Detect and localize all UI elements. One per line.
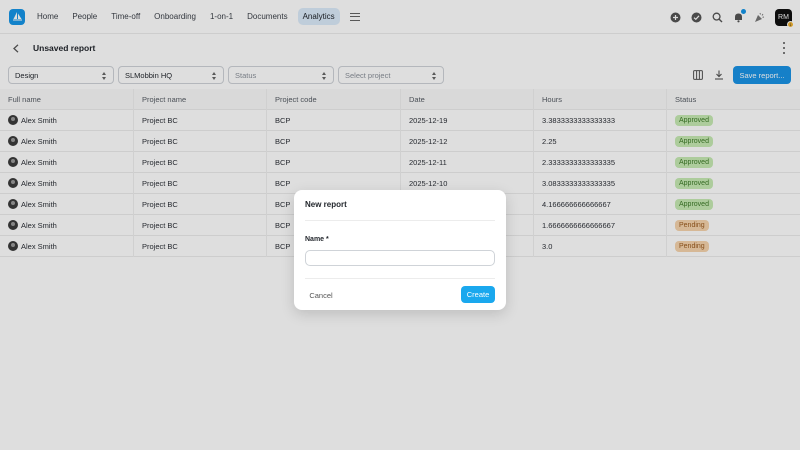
name-field[interactable]: [305, 250, 495, 266]
divider: [305, 278, 495, 279]
cancel-button[interactable]: Cancel: [305, 287, 337, 303]
name-field-label: Name *: [305, 236, 329, 243]
create-button[interactable]: Create: [461, 286, 495, 303]
dialog-title: New report: [305, 200, 347, 209]
divider: [305, 220, 495, 221]
new-report-dialog: New report Name * Cancel Create: [294, 190, 506, 310]
